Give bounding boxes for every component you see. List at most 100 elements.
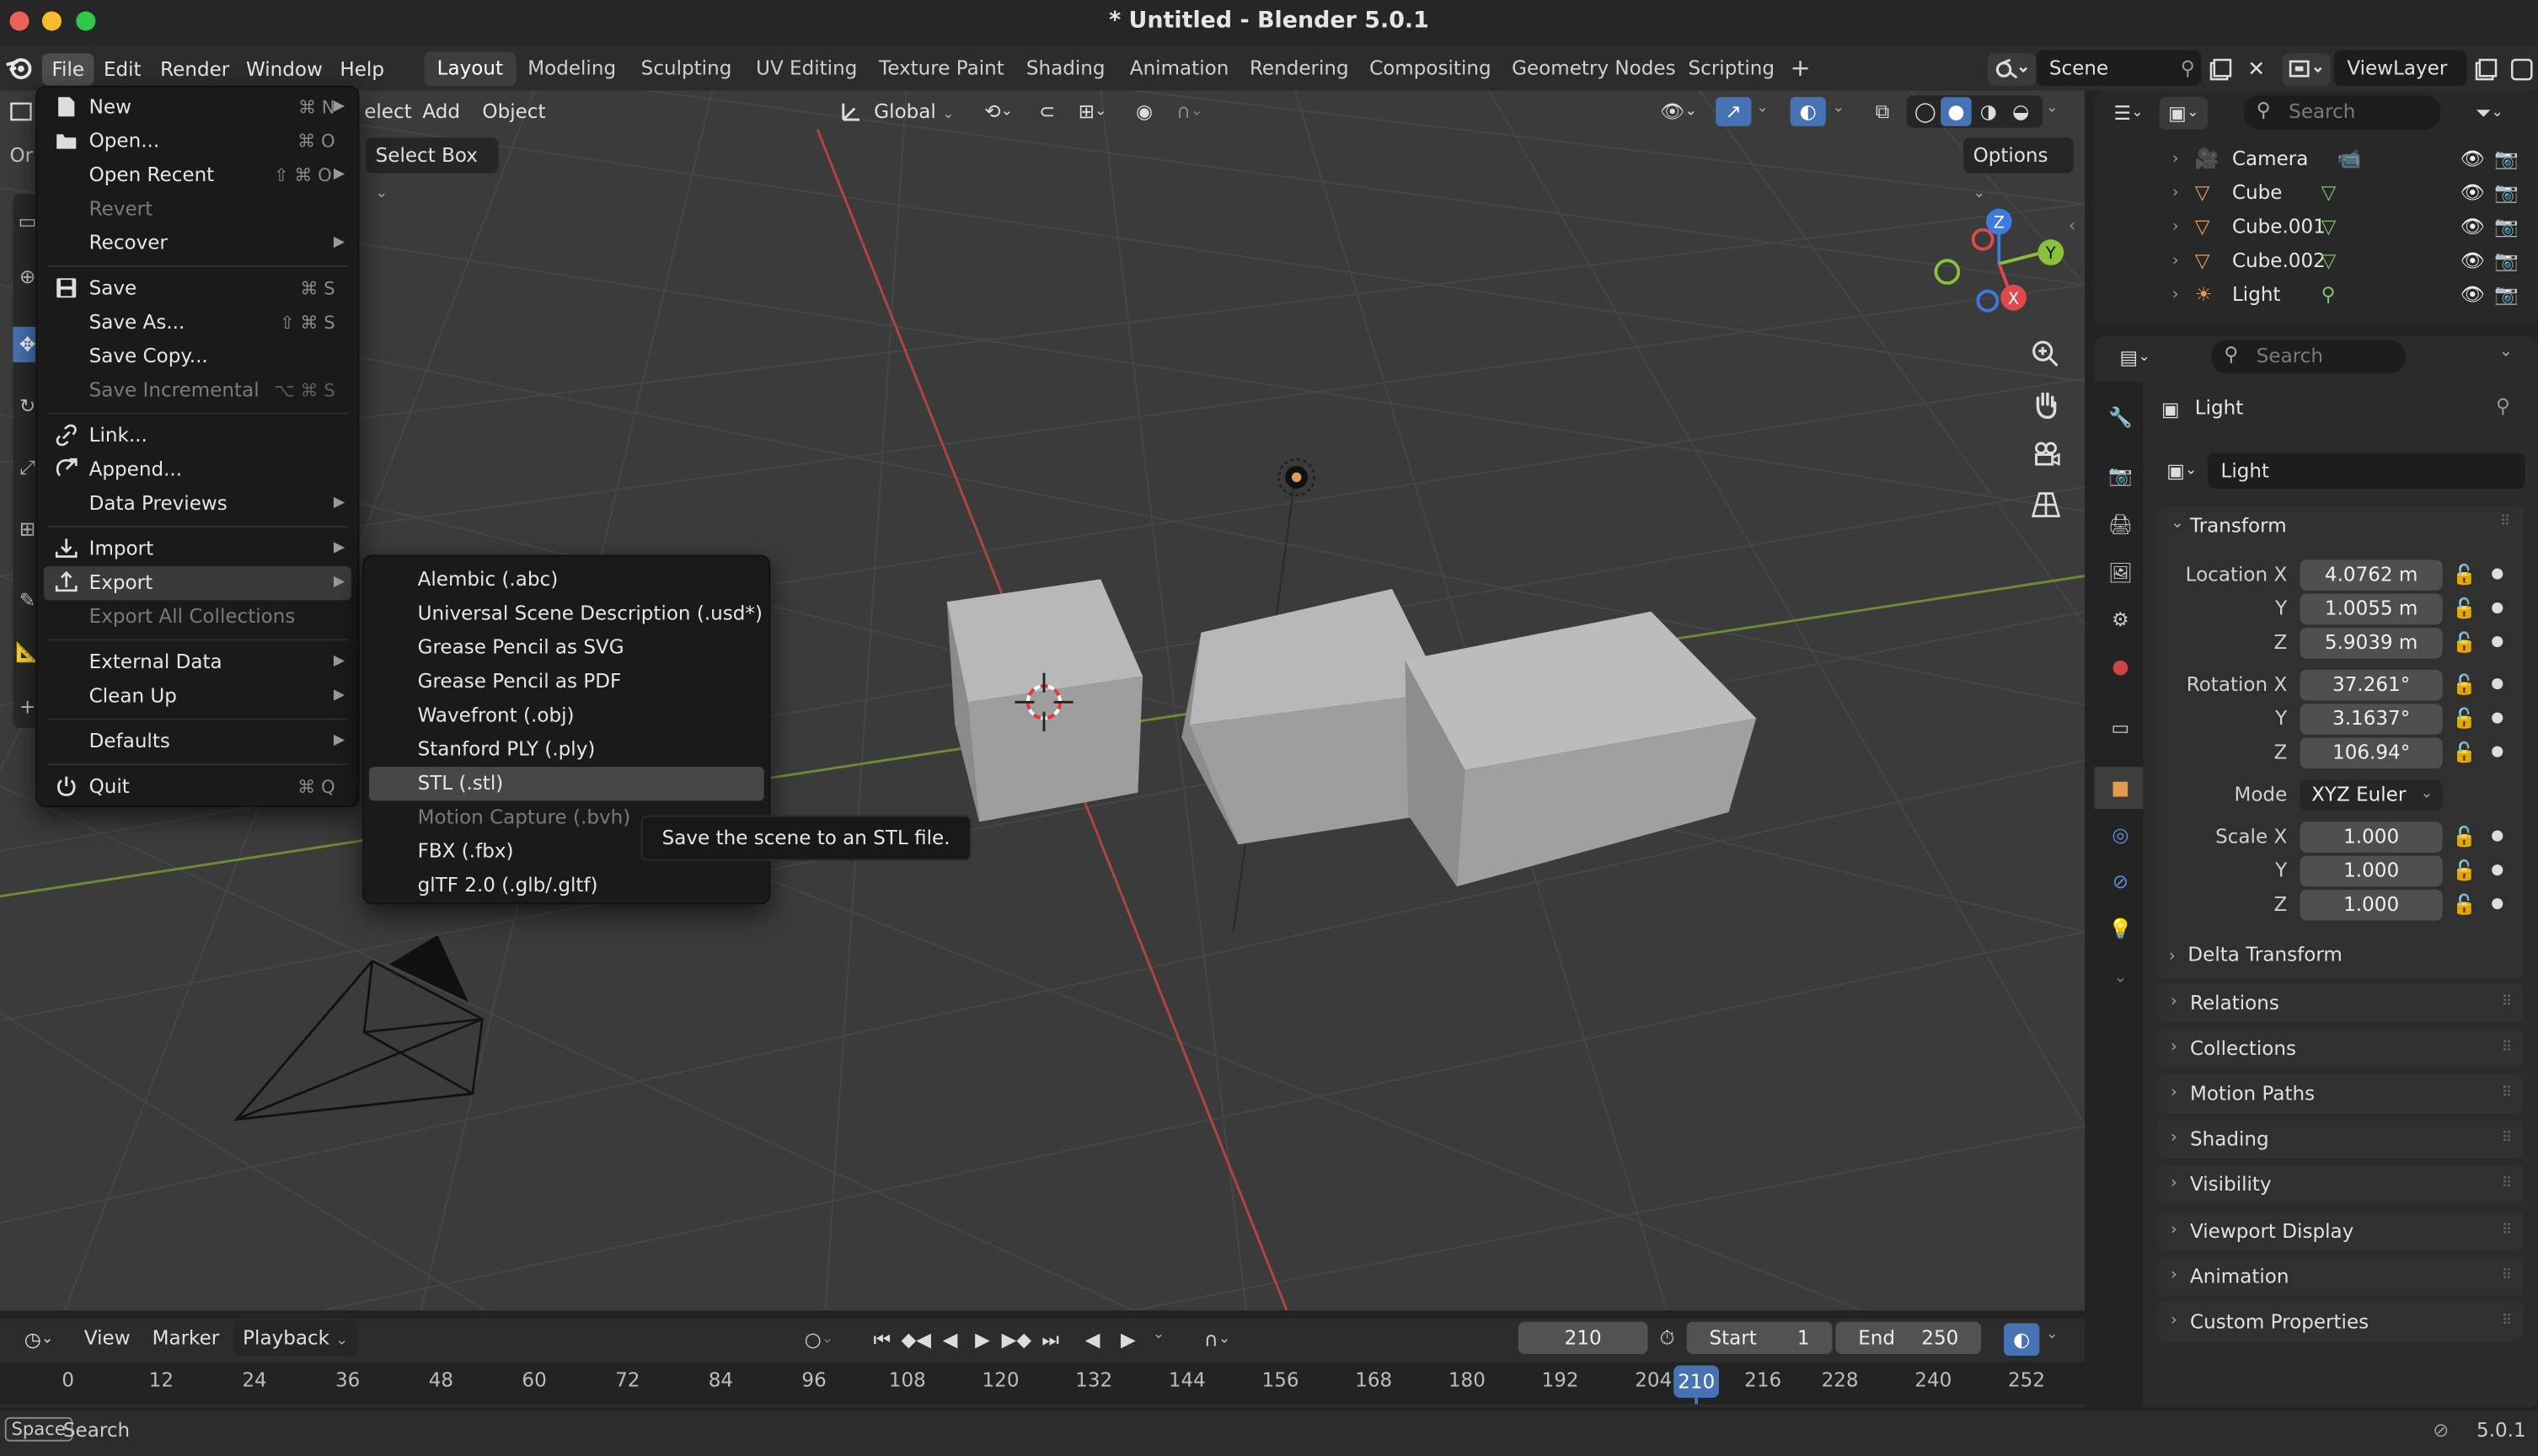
- workspace-tab-uv-editing[interactable]: UV Editing: [743, 51, 870, 85]
- object-name-field[interactable]: Light: [2208, 452, 2525, 489]
- pin-icon[interactable]: ⚲: [2496, 394, 2510, 417]
- more-tabs-icon[interactable]: ⌄: [2104, 964, 2136, 990]
- sync-dropdown-icon[interactable]: ⌄: [2046, 1326, 2058, 1342]
- scene-selector-icon[interactable]: [1987, 53, 2037, 86]
- panel-viewport-display[interactable]: › Viewport Display ⠿: [2157, 1211, 2524, 1250]
- menu-help[interactable]: Help: [330, 53, 394, 85]
- light-data-tab-icon[interactable]: 💡: [2104, 913, 2136, 945]
- overlays-dropdown-icon[interactable]: ⌄: [1832, 100, 1844, 116]
- file-menu-save-as[interactable]: Save As... ⇧ ⌘ S: [44, 306, 351, 340]
- shading-dropdown-icon[interactable]: ⌄: [2046, 100, 2058, 116]
- timeline-menu-marker[interactable]: Marker: [142, 1320, 229, 1356]
- drag-grip-icon[interactable]: ⠿: [2502, 1256, 2513, 1295]
- constraints-tab-icon[interactable]: ⊘: [2104, 865, 2136, 897]
- options-dropdown[interactable]: Options ⌄: [1963, 137, 2074, 202]
- keyframe-dot-icon[interactable]: ●: [2491, 668, 2503, 702]
- remove-view-layer-icon[interactable]: [2506, 53, 2538, 85]
- lock-icon[interactable]: 🔓: [2452, 558, 2476, 592]
- delta-transform-subpanel[interactable]: › Delta Transform: [2169, 943, 2343, 966]
- export-stanford-ply[interactable]: Stanford PLY (.ply): [369, 733, 764, 767]
- material-shading-icon[interactable]: ◑: [1973, 97, 2004, 126]
- playhead[interactable]: 210: [1673, 1365, 1720, 1398]
- display-mode-icon[interactable]: ▣ ⌄: [2159, 97, 2209, 130]
- outliner-row-name[interactable]: Cube.001: [2232, 211, 2326, 244]
- transform-orientation-dropdown[interactable]: Global ⌄: [865, 94, 964, 129]
- world-tab-icon[interactable]: ●: [2104, 650, 2136, 682]
- timeline-editor-type-icon[interactable]: ◷ ⌄: [13, 1324, 64, 1356]
- drag-grip-icon[interactable]: ⠿: [2502, 1302, 2513, 1341]
- playback-dropdown[interactable]: Playback ⌄: [233, 1320, 358, 1356]
- file-menu-export[interactable]: Export ▶: [43, 566, 351, 601]
- menu-window[interactable]: Window: [236, 53, 332, 85]
- pin-icon[interactable]: ⚲: [2181, 51, 2195, 86]
- scene-name-field[interactable]: Scene ⚲: [2036, 50, 2202, 86]
- object-selector-icon[interactable]: ▣ ⌄: [2160, 455, 2205, 487]
- keyframe-dot-icon[interactable]: ●: [2491, 888, 2503, 922]
- perspective-grid-icon[interactable]: [2027, 485, 2065, 524]
- workspace-tab-geometry-nodes[interactable]: Geometry Nodes: [1499, 51, 1689, 85]
- camera-render-icon[interactable]: 📷: [2494, 176, 2519, 210]
- rotation-z-field[interactable]: 106.94°: [2300, 737, 2443, 768]
- panel-shading[interactable]: › Shading ⠿: [2157, 1120, 2524, 1159]
- view-layer-tab-icon[interactable]: 🖼: [2104, 556, 2136, 588]
- drag-grip-icon[interactable]: ⠿: [2502, 1029, 2513, 1068]
- scale-z-field[interactable]: 1.000: [2300, 890, 2443, 921]
- solid-shading-icon[interactable]: ●: [1941, 97, 1972, 126]
- export-stl[interactable]: STL (.stl): [368, 767, 764, 801]
- menu-select[interactable]: elect: [355, 94, 422, 129]
- expand-arrow-icon[interactable]: ›: [2172, 278, 2179, 312]
- file-menu-import[interactable]: Import ▶: [44, 533, 351, 566]
- expand-arrow-icon[interactable]: ›: [2172, 244, 2179, 278]
- scale-y-field[interactable]: 1.000: [2300, 855, 2443, 887]
- keyframe-dot-icon[interactable]: ●: [2491, 820, 2503, 854]
- eye-icon[interactable]: 👁: [2460, 278, 2485, 312]
- lock-icon[interactable]: 🔓: [2452, 626, 2476, 660]
- new-view-layer-icon[interactable]: [2470, 53, 2502, 85]
- jump-start-icon[interactable]: ⏮: [868, 1324, 897, 1356]
- keyframe-dot-icon[interactable]: ●: [2491, 558, 2503, 592]
- file-menu-append[interactable]: Append...: [44, 453, 351, 487]
- jump-next-keyframe-icon[interactable]: ▶◆: [1000, 1324, 1032, 1356]
- expand-arrow-icon[interactable]: ›: [2172, 211, 2179, 244]
- workspace-tab-compositing[interactable]: Compositing: [1357, 51, 1504, 85]
- mesh-data-icon[interactable]: ▽: [2321, 211, 2337, 244]
- filter-icon[interactable]: ⏷ ⌄: [2460, 97, 2519, 129]
- outliner-row-name[interactable]: Cube.002: [2232, 244, 2326, 278]
- zoom-icon[interactable]: [2027, 335, 2065, 373]
- gizmos-icon[interactable]: ↗: [1716, 97, 1752, 126]
- outliner-row[interactable]: › ▽ Cube ▽ 👁 📷: [2095, 176, 2538, 210]
- mesh-data-icon[interactable]: ▽: [2321, 244, 2337, 278]
- properties-options-icon[interactable]: ⌄: [2499, 343, 2513, 361]
- output-tab-icon[interactable]: 🖨: [2104, 508, 2136, 540]
- file-menu-data-previews[interactable]: Data Previews ▶: [44, 487, 351, 521]
- workspace-tab-animation[interactable]: Animation: [1116, 51, 1241, 85]
- stopwatch-icon[interactable]: ⏱: [1652, 1324, 1682, 1353]
- rotation-y-field[interactable]: 3.1637°: [2300, 704, 2443, 735]
- lock-icon[interactable]: 🔓: [2452, 668, 2476, 702]
- rotation-mode-dropdown[interactable]: XYZ Euler ⌄: [2300, 779, 2443, 811]
- rendered-shading-icon[interactable]: ◒: [2005, 97, 2036, 126]
- auto-keying-icon[interactable]: ○ ⌄: [790, 1324, 848, 1356]
- eye-icon[interactable]: 👁: [2460, 211, 2485, 244]
- export-grease-pencil-svg[interactable]: Grease Pencil as SVG: [369, 631, 764, 665]
- file-menu-external-data[interactable]: External Data ▶: [44, 645, 351, 679]
- file-menu-open-recent[interactable]: Open Recent ⇧ ⌘ O ▶: [44, 158, 351, 192]
- drag-grip-icon[interactable]: ⠿: [2502, 983, 2513, 1022]
- file-menu-clean-up[interactable]: Clean Up ▶: [44, 679, 351, 713]
- lock-icon[interactable]: 🔓: [2452, 736, 2476, 770]
- view-layer-selector-icon[interactable]: [2282, 53, 2332, 86]
- visibility-icon[interactable]: 👁 ⌄: [1651, 97, 1705, 126]
- workspace-tab-modeling[interactable]: Modeling: [515, 51, 629, 85]
- falloff-icon[interactable]: ∩ ⌄: [1165, 97, 1214, 126]
- panel-visibility[interactable]: › Visibility ⠿: [2157, 1165, 2524, 1205]
- workspace-tab-texture-paint[interactable]: Texture Paint: [866, 51, 1017, 85]
- keyframe-dot-icon[interactable]: ●: [2491, 702, 2503, 736]
- workspace-tab-scripting[interactable]: Scripting: [1675, 51, 1787, 85]
- outliner-row-name[interactable]: Camera: [2232, 142, 2308, 176]
- drag-grip-icon[interactable]: ⠿: [2502, 1074, 2513, 1113]
- play-icon[interactable]: ▶: [968, 1324, 998, 1356]
- render-tab-icon[interactable]: 📷: [2104, 459, 2136, 491]
- network-off-icon[interactable]: ⊘: [2433, 1419, 2449, 1442]
- panel-animation[interactable]: › Animation ⠿: [2157, 1256, 2524, 1296]
- pivot-point-icon[interactable]: ⟲ ⌄: [974, 97, 1023, 126]
